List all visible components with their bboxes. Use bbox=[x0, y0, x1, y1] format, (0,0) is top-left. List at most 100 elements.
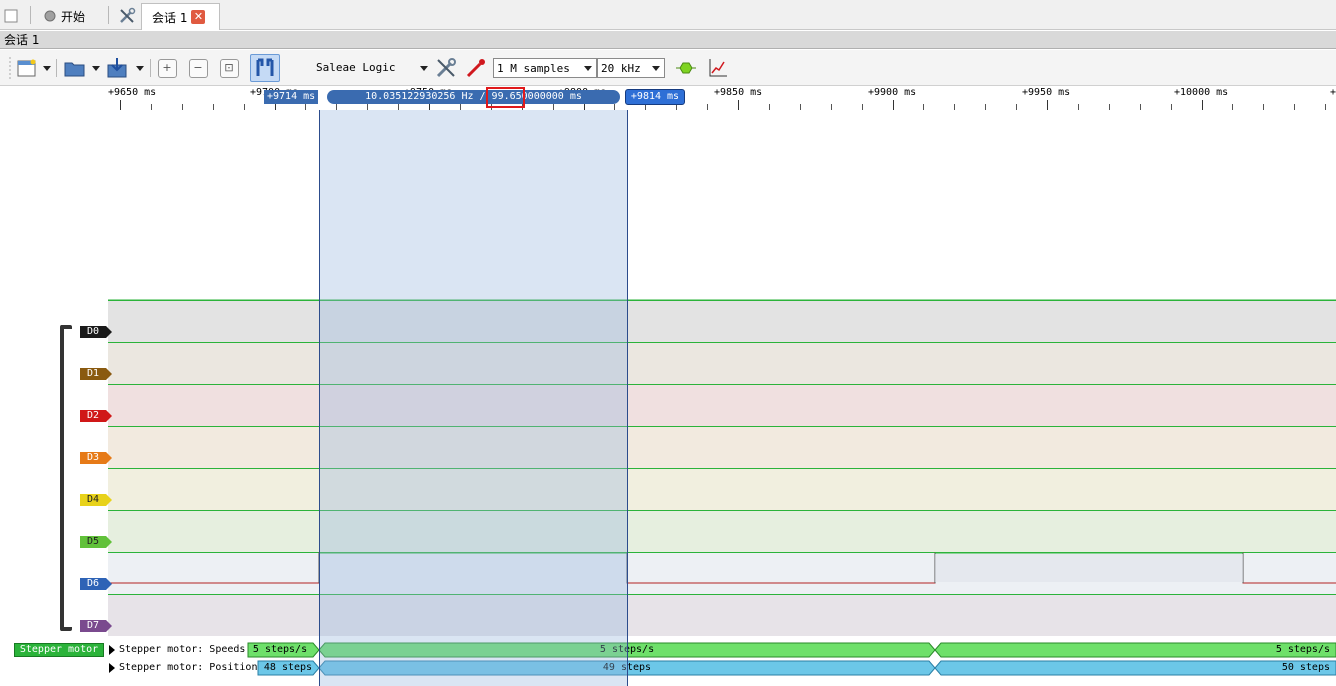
channel-label-d0[interactable]: D0 bbox=[80, 326, 112, 338]
zoom-out-button[interactable]: − bbox=[188, 56, 208, 80]
ruler-minor-tick bbox=[305, 104, 307, 110]
probe-icon bbox=[466, 59, 485, 78]
ruler-minor-tick bbox=[243, 104, 245, 110]
minus-icon: − bbox=[188, 58, 208, 78]
circle-icon bbox=[44, 10, 56, 22]
wrench-screwdriver-icon bbox=[436, 58, 456, 78]
speed-frame[interactable]: 5 steps/s bbox=[1198, 643, 1330, 657]
chevron-down-icon bbox=[652, 66, 660, 71]
ruler-minor-tick bbox=[985, 104, 987, 110]
trigger-probe-button[interactable] bbox=[464, 56, 488, 80]
rate-select[interactable]: 20 kHz bbox=[597, 58, 665, 78]
open-button[interactable] bbox=[64, 56, 100, 80]
ruler-minor-tick bbox=[954, 104, 956, 110]
channel-label-d5[interactable]: D5 bbox=[80, 536, 112, 548]
device-dropdown[interactable] bbox=[418, 56, 430, 80]
plus-icon: + bbox=[157, 58, 177, 78]
protocol-analyzer-icon bbox=[676, 62, 696, 74]
samples-value: 1 M samples bbox=[497, 61, 570, 75]
ruler-minor-tick bbox=[1170, 104, 1172, 110]
tick-label: +10000 ms bbox=[1174, 87, 1229, 98]
analyzer-row-positions: Stepper motor: Positions 48 steps 49 ste… bbox=[108, 660, 1336, 676]
ruler-minor-tick bbox=[1139, 104, 1141, 110]
ruler-minor-tick bbox=[1325, 104, 1327, 110]
tick-label: +9650 ms bbox=[108, 87, 157, 98]
ruler-minor-tick bbox=[1294, 104, 1296, 110]
channel-label-d1[interactable]: D1 bbox=[80, 368, 112, 380]
save-button[interactable] bbox=[106, 56, 144, 80]
page-icon bbox=[4, 9, 18, 23]
signal-waveform bbox=[108, 299, 1336, 584]
channel-label-d4[interactable]: D4 bbox=[80, 494, 112, 506]
toolbar-separator bbox=[150, 59, 151, 77]
chevron-down-icon bbox=[584, 66, 592, 71]
session-title: 会话 1 bbox=[4, 33, 40, 47]
chevron-down-icon bbox=[136, 65, 144, 71]
new-session-button[interactable] bbox=[16, 56, 52, 80]
tools-tab-icon[interactable] bbox=[118, 4, 136, 28]
new-document-icon bbox=[17, 59, 36, 77]
tick-label-overflow: + bbox=[1330, 87, 1336, 98]
measurement-pill[interactable]: 10.035122930256 Hz / 99.650000000 ms bbox=[327, 90, 620, 104]
speed-frame[interactable]: 5 steps/s bbox=[250, 643, 310, 657]
ruler-minor-tick bbox=[1016, 104, 1018, 110]
tab-start[interactable]: 开始 bbox=[44, 4, 85, 28]
chevron-down-icon bbox=[420, 65, 428, 71]
tab-separator bbox=[30, 6, 31, 24]
analyzer-row-speeds: Stepper motor: Speeds 5 steps/s 5 steps/… bbox=[108, 642, 1336, 658]
tick-label: +9850 ms bbox=[714, 87, 763, 98]
ruler-minor-tick bbox=[1077, 104, 1079, 110]
highlight-annotation bbox=[486, 87, 525, 108]
ruler-minor-tick bbox=[1263, 104, 1265, 110]
ruler-major-tick bbox=[738, 100, 739, 110]
position-frame[interactable]: 48 steps bbox=[260, 661, 316, 675]
channel-label-d7[interactable]: D7 bbox=[80, 620, 112, 632]
ruler-minor-tick bbox=[830, 104, 832, 110]
analyzer-button[interactable] bbox=[674, 56, 698, 80]
tab-session-label: 会话 1 bbox=[152, 10, 188, 25]
tab-bar: 开始 会话 1 ✕ bbox=[0, 0, 1336, 30]
device-name: Saleae Logic bbox=[316, 61, 396, 74]
time-selection-region[interactable] bbox=[319, 110, 628, 686]
ruler-minor-tick bbox=[1108, 104, 1110, 110]
samples-select[interactable]: 1 M samples bbox=[493, 58, 597, 78]
channel-label-d2[interactable]: D2 bbox=[80, 410, 112, 422]
ruler-major-tick bbox=[892, 100, 894, 110]
marker-left-label[interactable]: +9714 ms bbox=[264, 90, 318, 104]
channel-label-d3[interactable]: D3 bbox=[80, 452, 112, 464]
ruler-minor-tick bbox=[768, 104, 770, 110]
ruler-major-tick bbox=[1047, 100, 1048, 110]
ruler-minor-tick bbox=[1232, 104, 1234, 110]
tab-separator bbox=[108, 6, 109, 24]
chevron-down-icon bbox=[43, 65, 51, 71]
marker-right-label[interactable]: +9814 ms bbox=[625, 89, 685, 105]
zoom-fit-button[interactable]: ⊡ bbox=[219, 56, 239, 80]
tick-label: +9900 ms bbox=[868, 87, 917, 98]
d6-high-fill bbox=[935, 554, 1243, 582]
position-frame[interactable]: 50 steps bbox=[1168, 661, 1330, 675]
timing-markers-icon bbox=[256, 58, 274, 76]
tab-session-1[interactable]: 会话 1 ✕ bbox=[141, 3, 220, 30]
chevron-down-icon bbox=[92, 65, 100, 71]
toolbar: + − ⊡ Saleae Logic 1 M samples 20 kHz bbox=[0, 50, 1336, 86]
zoom-in-button[interactable]: + bbox=[157, 56, 177, 80]
ruler-minor-tick bbox=[923, 104, 925, 110]
channel-label-d6[interactable]: D6 bbox=[80, 578, 112, 590]
device-settings-button[interactable] bbox=[434, 56, 458, 80]
window-menu-icon[interactable] bbox=[4, 4, 18, 28]
channel-area[interactable] bbox=[108, 296, 1336, 640]
ruler-minor-tick bbox=[707, 104, 709, 110]
analyzer-name-badge[interactable]: Stepper motor bbox=[14, 643, 104, 657]
function-graph-icon bbox=[709, 59, 727, 77]
ruler-minor-tick bbox=[861, 104, 863, 110]
close-icon[interactable]: ✕ bbox=[191, 10, 206, 24]
tick-label: +9950 ms bbox=[1022, 87, 1071, 98]
ruler-minor-tick bbox=[181, 104, 183, 110]
marker-mode-button[interactable] bbox=[250, 54, 280, 82]
wrench-screwdriver-icon bbox=[120, 7, 136, 23]
toolbar-grip bbox=[8, 56, 12, 80]
ruler-minor-tick bbox=[799, 104, 801, 110]
ruler-major-tick bbox=[1201, 100, 1203, 110]
measurement-button[interactable] bbox=[706, 56, 730, 80]
tab-start-label: 开始 bbox=[61, 9, 86, 24]
